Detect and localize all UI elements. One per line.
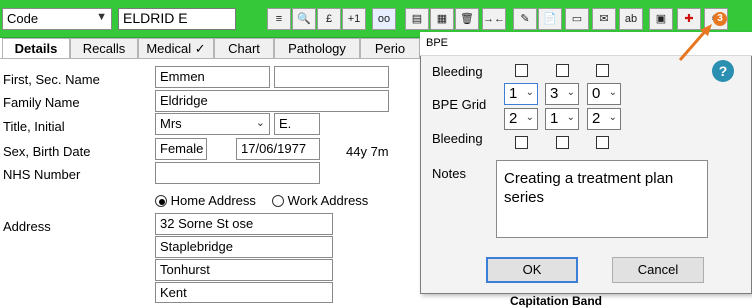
note-icon: ✉ bbox=[599, 13, 609, 25]
ab-icon: ab bbox=[624, 13, 638, 25]
chevron-down-icon: ⌄ bbox=[566, 112, 575, 123]
grid-button[interactable]: ▦ bbox=[430, 8, 454, 30]
ab-button[interactable]: ab bbox=[619, 8, 643, 30]
list-icon: ≡ bbox=[275, 13, 283, 25]
bleeding-bottom-label: Bleeding bbox=[432, 131, 483, 146]
notes-label: Notes bbox=[432, 166, 466, 181]
tab-pathology[interactable]: Pathology bbox=[274, 38, 360, 58]
delete-button[interactable]: 🗑 bbox=[455, 8, 479, 30]
bpe-grid-top-3[interactable]: 0 ⌄ bbox=[587, 83, 621, 105]
chevron-down-icon: ⌄ bbox=[255, 117, 265, 129]
edit-button[interactable]: ✎ bbox=[513, 8, 537, 30]
pen-icon: ✎ bbox=[520, 13, 530, 25]
bpe-grid-bottom-1[interactable]: 2 ⌄ bbox=[504, 108, 538, 130]
patient-name-field[interactable]: ELDRID E bbox=[118, 8, 236, 30]
plus-one-icon: +1 bbox=[347, 13, 361, 25]
document-icon: 📄 bbox=[543, 13, 557, 25]
notes-textarea[interactable]: Creating a treatment plan series bbox=[496, 160, 708, 238]
help-icon: ? bbox=[718, 63, 728, 79]
radio-empty-icon bbox=[272, 195, 284, 207]
sex-dob-label: Sex, Birth Date bbox=[3, 144, 91, 159]
pound-icon: £ bbox=[325, 13, 333, 25]
address-line-1[interactable]: 32 Sorne St ose bbox=[155, 213, 333, 235]
bleeding-top-checkbox-3[interactable] bbox=[596, 64, 609, 77]
family-name-label: Family Name bbox=[3, 95, 80, 110]
birth-date-field[interactable]: 17/06/1977 bbox=[236, 138, 320, 160]
bleeding-bottom-checkbox-3[interactable] bbox=[596, 136, 609, 149]
search-button[interactable]: 🔍 bbox=[292, 8, 316, 30]
search-icon: 🔍 bbox=[297, 13, 311, 25]
chevron-down-icon: ⌄ bbox=[525, 87, 534, 98]
work-address-radio[interactable]: Work Address bbox=[272, 193, 368, 208]
radio-selected-icon bbox=[155, 195, 167, 207]
bpe-grid-bottom-3[interactable]: 2 ⌄ bbox=[587, 108, 621, 130]
merge-icon: →← bbox=[483, 13, 505, 25]
bleeding-bottom-checkbox-1[interactable] bbox=[515, 136, 528, 149]
title-initial-label: Title, Initial bbox=[3, 119, 65, 134]
save-icon: ▤ bbox=[411, 13, 423, 25]
merge-button[interactable]: →← bbox=[482, 8, 506, 30]
capitation-band-label: Capitation Band bbox=[510, 294, 602, 308]
tab-medical[interactable]: Medical ✓ bbox=[138, 38, 214, 58]
chevron-down-icon: ⌄ bbox=[608, 112, 617, 123]
tab-perio[interactable]: Perio bbox=[360, 38, 420, 58]
add-one-button[interactable]: +1 bbox=[342, 8, 366, 30]
bpe-grid-top-1[interactable]: 1 ⌄ bbox=[504, 83, 538, 105]
list-button[interactable]: ≡ bbox=[267, 8, 291, 30]
chevron-down-icon: ⌄ bbox=[566, 87, 575, 98]
address-line-3[interactable]: Tonhurst bbox=[155, 259, 333, 281]
second-name-field[interactable] bbox=[274, 66, 389, 88]
note-button[interactable]: ✉ bbox=[592, 8, 616, 30]
cancel-button[interactable]: Cancel bbox=[612, 257, 704, 283]
sex-field[interactable]: Female bbox=[155, 138, 207, 160]
tab-recalls[interactable]: Recalls bbox=[70, 38, 138, 58]
patient-name-value: ELDRID E bbox=[123, 10, 188, 26]
chevron-down-icon: ⌄ bbox=[525, 112, 534, 123]
trash-icon: 🗑 bbox=[460, 13, 474, 25]
dialog-title: BPE bbox=[426, 37, 449, 49]
link-icon: oo bbox=[377, 13, 391, 25]
bpe-grid-label: BPE Grid bbox=[432, 97, 487, 112]
address-line-4[interactable]: Kent bbox=[155, 282, 333, 303]
bleeding-top-checkbox-1[interactable] bbox=[515, 64, 528, 77]
bleeding-top-checkbox-2[interactable] bbox=[556, 64, 569, 77]
annotation-arrow-icon bbox=[678, 24, 712, 61]
bleeding-bottom-checkbox-2[interactable] bbox=[556, 136, 569, 149]
initial-field[interactable]: E. bbox=[274, 113, 320, 135]
address-line-2[interactable]: Staplebridge bbox=[155, 236, 333, 258]
fees-button[interactable]: £ bbox=[317, 8, 341, 30]
work-address-label: Work Address bbox=[287, 193, 369, 208]
bpe-grid-top-2[interactable]: 3 ⌄ bbox=[545, 83, 579, 105]
family-name-field[interactable]: Eldridge bbox=[155, 90, 389, 112]
ok-button[interactable]: OK bbox=[486, 257, 578, 283]
document-button[interactable]: 📄 bbox=[538, 8, 562, 30]
address-label: Address bbox=[3, 219, 51, 234]
code-combo-value: Code bbox=[7, 11, 39, 26]
link-button[interactable]: oo bbox=[372, 8, 396, 30]
tab-details[interactable]: Details bbox=[2, 38, 70, 58]
grid-icon: ▦ bbox=[436, 13, 448, 25]
first-name-field[interactable]: Emmen bbox=[155, 66, 270, 88]
first-name-label: First, Sec. Name bbox=[3, 72, 100, 87]
calendar-icon: ▣ bbox=[655, 13, 667, 25]
bpe-grid-bottom-2[interactable]: 1 ⌄ bbox=[545, 108, 579, 130]
save-button[interactable]: ▤ bbox=[405, 8, 429, 30]
title-select[interactable]: Mrs ⌄ bbox=[155, 113, 270, 135]
home-address-label: Home Address bbox=[170, 193, 256, 208]
home-address-radio[interactable]: Home Address bbox=[155, 193, 256, 208]
code-combo[interactable]: Code ▼ bbox=[2, 8, 112, 30]
age-text: 44y 7m bbox=[346, 144, 389, 159]
tab-chart[interactable]: Chart bbox=[214, 38, 274, 58]
nhs-number-field[interactable] bbox=[155, 162, 320, 184]
card-icon: ▭ bbox=[571, 13, 583, 25]
nhs-number-label: NHS Number bbox=[3, 167, 81, 182]
chevron-down-icon: ⌄ bbox=[608, 87, 617, 98]
card-button[interactable]: ▭ bbox=[565, 8, 589, 30]
chevron-down-icon: ▼ bbox=[96, 11, 107, 23]
bleeding-top-label: Bleeding bbox=[432, 64, 483, 79]
